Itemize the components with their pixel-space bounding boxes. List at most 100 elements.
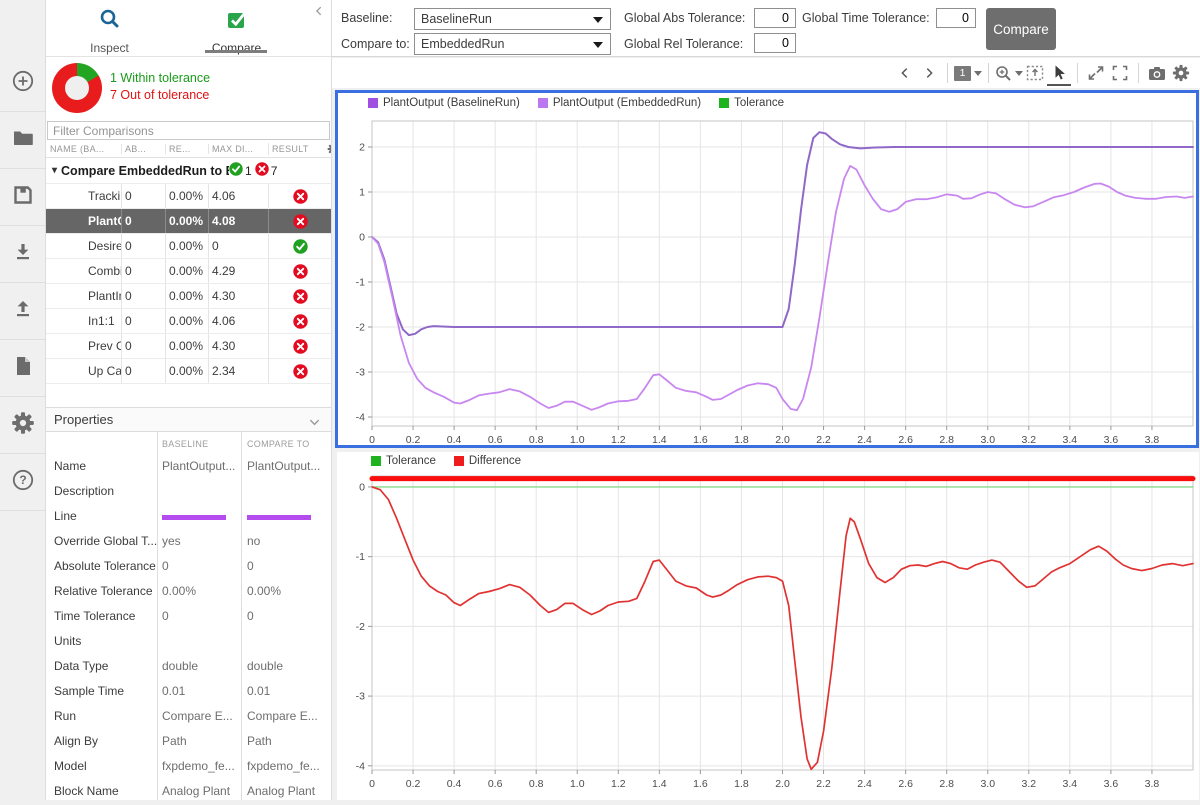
max-difference-value: 4.29 (208, 259, 268, 283)
rel-tolerance-value: 0.00% (165, 209, 208, 233)
open-button[interactable] (0, 112, 45, 169)
rel-tolerance-value: 0.00% (165, 259, 208, 283)
prev-arrow-button[interactable] (893, 60, 917, 86)
result-status (268, 184, 331, 208)
comparison-row-prev-ou[interactable]: Prev Ou00.00%4.30 (46, 334, 331, 359)
donut-hole (65, 76, 89, 100)
svg-text:1.8: 1.8 (734, 434, 749, 445)
comparison-row-desired[interactable]: Desired00.00%0 (46, 234, 331, 259)
baseline-value: 0 (162, 558, 169, 573)
compare-to-column-header: COMPARE TO (247, 439, 310, 449)
save-button[interactable] (0, 169, 45, 226)
next-arrow-button[interactable] (917, 60, 941, 86)
difference-chart[interactable]: Tolerance Difference 0 0.2 0.4 0.6 0.8 1.0 1.2 1… (337, 452, 1199, 800)
import-button[interactable] (0, 226, 45, 283)
legend-item[interactable]: PlantOutput (BaselineRun) (368, 97, 520, 109)
legend-item[interactable]: PlantOutput (EmbeddedRun) (537, 97, 702, 109)
properties-section-header[interactable]: Properties (46, 407, 331, 432)
zoom-caret-icon (1015, 70, 1023, 76)
svg-text:-1: -1 (356, 551, 365, 563)
legend-item[interactable]: Tolerance (371, 455, 436, 467)
expand-triangle-icon[interactable]: ▾ (52, 165, 57, 176)
compare-button[interactable]: Compare (986, 8, 1056, 50)
collapse-panel-icon[interactable] (313, 4, 325, 22)
svg-text:1.6: 1.6 (693, 778, 708, 790)
property-row-line: Line (46, 503, 331, 528)
property-label: Run (54, 708, 77, 723)
charts-area: Baseline: BaselineRun Compare to: Embedd… (331, 0, 1200, 800)
svg-text:2.8: 2.8 (939, 434, 954, 445)
fullscreen-tool[interactable] (1108, 60, 1132, 86)
legend-swatch (537, 98, 548, 108)
rel-tolerance-value: 0.00% (165, 359, 208, 383)
global-time-tolerance-label: Global Time Tolerance: (802, 11, 930, 25)
chart-settings-gear-icon[interactable] (1169, 60, 1193, 86)
comparison-row-plantou[interactable]: PlantOu00.00%4.08 (46, 209, 331, 234)
abs-tolerance-value: 0 (121, 259, 165, 283)
comparison-row-plantinp[interactable]: PlantInp00.00%4.30 (46, 284, 331, 309)
svg-text:0: 0 (369, 434, 375, 445)
property-label: Line (54, 508, 77, 523)
export-button[interactable] (0, 283, 45, 340)
compare-toolbar: Baseline: BaselineRun Compare to: Embedd… (332, 0, 1200, 57)
difference-chart-plot[interactable]: 0 0.2 0.4 0.6 0.8 1.0 1.2 1.4 1.6 1.8 2.0 2.2 2.4 2.6… (337, 452, 1199, 800)
comparison-row-combin[interactable]: Combin00.00%4.29 (46, 259, 331, 284)
baseline-select[interactable]: BaselineRun (414, 8, 611, 30)
compare-value: PlantOutput... (247, 458, 321, 473)
abs-tolerance-value: 0 (121, 209, 165, 233)
result-status (268, 259, 331, 283)
zoom-in-tool[interactable] (995, 60, 1023, 86)
compare-value: 0 (247, 608, 254, 623)
tab-inspect-label: Inspect (90, 41, 129, 55)
tab-compare[interactable]: Compare (173, 0, 300, 57)
comparison-chart-legend: PlantOutput (BaselineRun) PlantOutput (Em… (368, 97, 784, 109)
svg-text:2: 2 (359, 142, 365, 154)
subplot-layout-button[interactable]: 1 (954, 60, 982, 86)
legend-item[interactable]: Difference (453, 455, 521, 467)
legend-swatch (719, 98, 730, 108)
comparison-table-header[interactable]: NAME (BA... AB... RE... MAX DI... RESULT (46, 141, 331, 158)
baseline-label: Baseline: (341, 11, 393, 25)
svg-text:3.4: 3.4 (1063, 778, 1078, 790)
legend-item[interactable]: Tolerance (719, 97, 784, 109)
difference-chart-legend: Tolerance Difference (371, 455, 521, 467)
chart-toolbar: 1 (332, 58, 1200, 88)
svg-text:3.2: 3.2 (1021, 434, 1036, 445)
max-difference-value: 0 (208, 234, 268, 258)
svg-text:0.2: 0.2 (406, 434, 421, 445)
fail-x-icon (292, 313, 308, 329)
pointer-tool[interactable] (1047, 60, 1071, 86)
comparison-row-up-cast[interactable]: Up Cast00.00%2.34 (46, 359, 331, 384)
comparison-row-in1-1[interactable]: In1:1 0 0.00% 4.06 (46, 309, 331, 334)
compare-to-select[interactable]: EmbeddedRun (414, 33, 611, 55)
dropdown-caret-icon (593, 42, 603, 48)
snapshot-camera-button[interactable] (1145, 60, 1169, 86)
active-tab-underline (205, 50, 267, 53)
comparison-row-tracking[interactable]: Tracking00.00%4.06 (46, 184, 331, 209)
tab-inspect[interactable]: Inspect (46, 0, 173, 57)
property-label: Absolute Tolerance (54, 558, 156, 573)
expand-tool[interactable] (1084, 60, 1108, 86)
create-report-button[interactable] (0, 340, 45, 397)
fit-to-view-tool[interactable] (1023, 60, 1047, 86)
legend-label: PlantOutput (EmbeddedRun) (552, 97, 702, 109)
global-abs-tolerance-label: Global Abs Tolerance: (624, 11, 746, 25)
global-time-tolerance-input[interactable] (936, 8, 976, 28)
fail-x-icon (292, 263, 308, 279)
abs-tolerance-value: 0 (121, 334, 165, 358)
svg-text:0.6: 0.6 (488, 434, 503, 445)
comparison-chart-plot[interactable]: 0 0.2 0.4 0.6 0.8 1.0 1.2 1.4 1.6 1.8 2.0 2.2 2.4 2.6… (338, 93, 1196, 446)
compare-value: Compare E... (247, 708, 318, 723)
comparison-chart[interactable]: PlantOutput (BaselineRun) PlantOutput (Em… (335, 90, 1199, 448)
add-button[interactable] (0, 55, 45, 112)
filter-comparisons-input[interactable] (47, 121, 330, 140)
comparison-group-row[interactable]: ▾ Compare EmbeddedRun to Base... 1 7 (46, 158, 331, 184)
rel-tolerance-value: 0.00% (165, 284, 208, 308)
global-abs-tolerance-input[interactable] (754, 8, 796, 28)
compare-value: fxpdemo_fe... (247, 758, 320, 773)
help-button[interactable]: ? (0, 454, 45, 511)
preferences-button[interactable] (0, 397, 45, 454)
properties-table: Name PlantOutput... PlantOutput... Descript… (46, 453, 331, 803)
global-rel-tolerance-input[interactable] (754, 33, 796, 53)
property-label: Name (54, 458, 87, 473)
